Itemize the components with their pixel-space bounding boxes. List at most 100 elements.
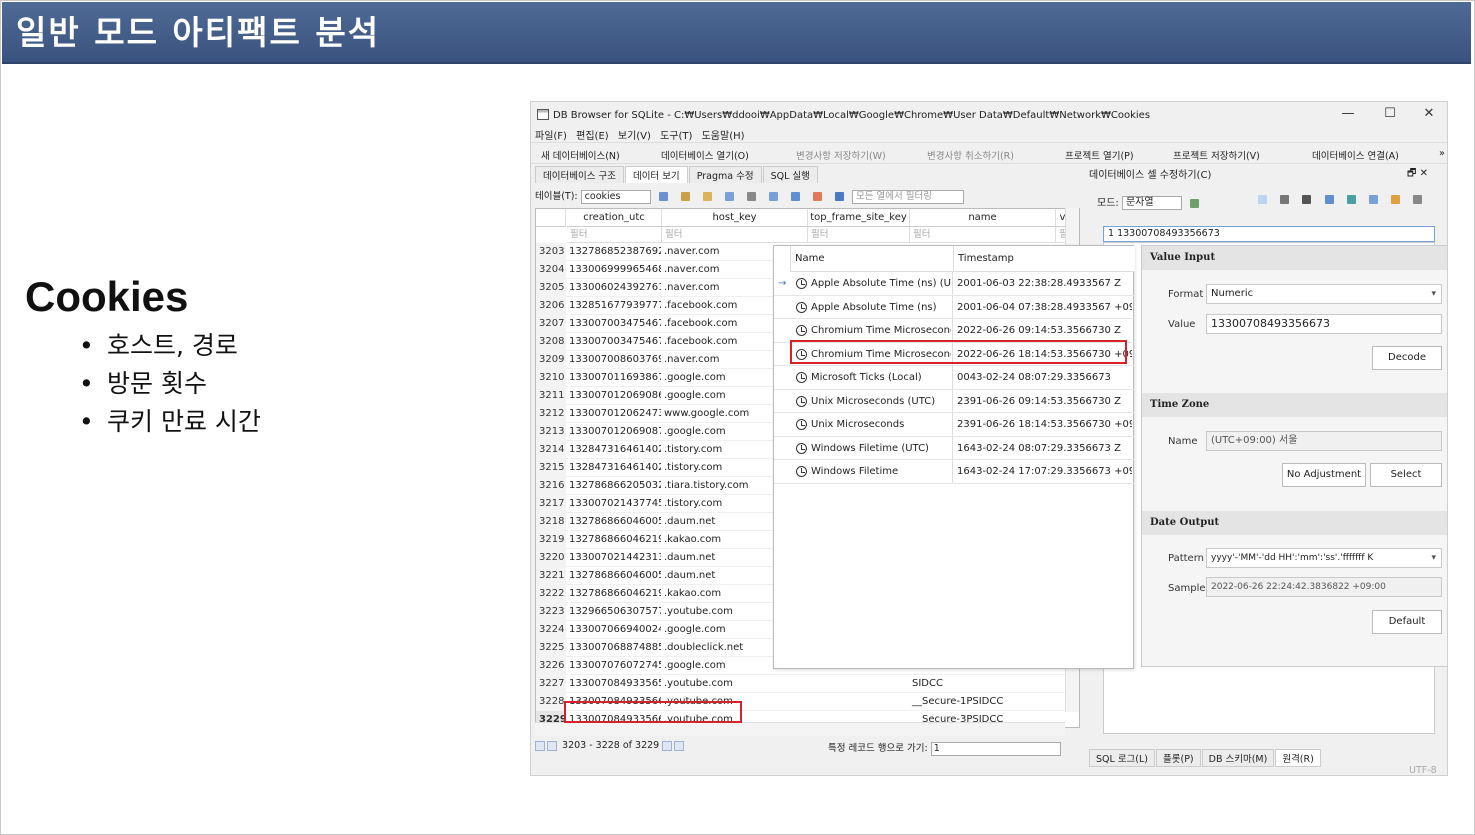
- open-database-button[interactable]: 데이터베이스 열기(O): [661, 148, 749, 162]
- decode-button[interactable]: Decode: [1372, 346, 1442, 370]
- creation-utc-cell[interactable]: 13300699996546818: [567, 261, 661, 279]
- host-key-cell[interactable]: .youtube.com: [663, 675, 808, 693]
- popup-row[interactable]: Unix Microseconds (UTC) 2391-06-26 09:14:…: [774, 389, 1135, 413]
- first-record-button[interactable]: [535, 740, 545, 751]
- menu-tools[interactable]: 도구(T): [660, 131, 692, 142]
- filter-cell[interactable]: 필터: [662, 227, 808, 243]
- clear-filters-icon[interactable]: [680, 192, 690, 201]
- column-header-name[interactable]: name: [910, 209, 1056, 227]
- creation-utc-cell[interactable]: 13278686620503281: [567, 477, 661, 495]
- word-wrap-icon[interactable]: [1280, 194, 1290, 204]
- maximize-button[interactable]: ☐: [1379, 106, 1401, 124]
- tab-pragma[interactable]: Pragma 수정: [688, 166, 762, 183]
- attach-database-button[interactable]: 데이터베이스 연결(A): [1312, 148, 1399, 162]
- popup-row[interactable]: → Apple Absolute Time (ns) (UTC) 2001-06-0…: [774, 272, 1135, 296]
- filter-cell[interactable]: 필터: [910, 227, 1056, 243]
- table-select[interactable]: cookies: [580, 189, 651, 204]
- creation-utc-cell[interactable]: 13300701206908677: [567, 387, 661, 405]
- refresh-icon[interactable]: [658, 192, 668, 201]
- next-record-button[interactable]: [662, 740, 673, 751]
- prev-record-button[interactable]: [547, 740, 557, 751]
- panel-float-close-icon[interactable]: 🗗 ✕: [1407, 166, 1428, 183]
- tab-database-structure[interactable]: 데이터베이스 구조: [535, 166, 624, 183]
- filter-cell[interactable]: 필터: [567, 227, 662, 243]
- new-database-button[interactable]: 새 데이터베이스(N): [541, 148, 620, 162]
- copy-icon[interactable]: [768, 192, 778, 201]
- autoformat-icon[interactable]: [1391, 194, 1401, 204]
- close-button[interactable]: ✕: [1418, 106, 1440, 124]
- insert-record-icon[interactable]: [790, 192, 800, 201]
- filter-cell[interactable]: 필터: [808, 227, 910, 243]
- creation-utc-cell[interactable]: 13300602439276178: [567, 279, 661, 297]
- first-page-icon[interactable]: [834, 192, 844, 201]
- cell-value-editor[interactable]: 1 13300708493356673: [1103, 226, 1435, 242]
- mode-select[interactable]: 문자열: [1121, 196, 1182, 210]
- write-changes-button[interactable]: 변경사항 저장하기(W): [796, 148, 886, 162]
- creation-utc-cell[interactable]: 13278686604621964: [567, 531, 661, 549]
- print-cell-icon[interactable]: [1413, 194, 1423, 204]
- column-header-top-frame-site-key[interactable]: top_frame_site_key: [808, 209, 910, 227]
- creation-utc-cell[interactable]: 13285167793977708: [567, 297, 661, 315]
- value-input[interactable]: 13300708493356673: [1206, 314, 1442, 334]
- name-cell[interactable]: __Secure-1PSIDCC: [910, 693, 1055, 711]
- popup-row[interactable]: Windows Filetime (UTC) 1643-02-24 08:07:2…: [774, 436, 1135, 460]
- creation-utc-cell[interactable]: 13300708493356589: [567, 675, 661, 693]
- column-header-host-key[interactable]: host_key: [662, 209, 808, 227]
- creation-utc-cell[interactable]: 13296650630757795: [567, 603, 661, 621]
- auto-switch-icon[interactable]: [1190, 198, 1200, 208]
- horizontal-scrollbar[interactable]: [535, 722, 1065, 736]
- filter-all-input[interactable]: 모든 열에서 필터링: [851, 189, 964, 204]
- creation-utc-cell[interactable]: 13300700860376980: [567, 351, 661, 369]
- creation-utc-cell[interactable]: 13300702144231337: [567, 549, 661, 567]
- name-cell[interactable]: SIDCC: [910, 675, 1055, 693]
- creation-utc-cell[interactable]: 13300702143774574: [567, 495, 661, 513]
- creation-utc-cell[interactable]: 13278686604621981: [567, 585, 661, 603]
- creation-utc-cell[interactable]: 13300700347546713: [567, 315, 661, 333]
- last-record-button[interactable]: [674, 740, 685, 751]
- tab-sql-log[interactable]: SQL 로그(L): [1089, 749, 1156, 767]
- column-header-creation-utc[interactable]: creation_utc: [567, 209, 662, 227]
- clear-sort-icon[interactable]: [702, 192, 712, 201]
- tab-browse-data[interactable]: 데이터 보기: [624, 166, 688, 183]
- menu-view[interactable]: 보기(V): [618, 131, 651, 142]
- creation-utc-cell[interactable]: 13284731646140202: [567, 459, 661, 477]
- minimize-button[interactable]: —: [1337, 106, 1359, 124]
- tab-db-schema[interactable]: DB 스키마(M): [1201, 749, 1275, 767]
- tab-remote[interactable]: 원격(R): [1275, 749, 1321, 767]
- creation-utc-cell[interactable]: 13278685238769267: [567, 243, 661, 261]
- creation-utc-cell[interactable]: 13300701169386796: [567, 369, 661, 387]
- tab-sql[interactable]: SQL 실행: [762, 166, 818, 183]
- save-project-button[interactable]: 프로젝트 저장하기(V): [1173, 148, 1260, 162]
- toolbar-overflow-button[interactable]: »: [1439, 148, 1445, 159]
- creation-utc-cell[interactable]: 13284731646140258: [567, 441, 661, 459]
- table-row[interactable]: 322713300708493356589.youtube.com SIDCC: [536, 675, 1079, 693]
- delete-record-icon[interactable]: [812, 192, 822, 201]
- menu-edit[interactable]: 편집(E): [576, 131, 609, 142]
- revert-changes-button[interactable]: 변경사항 취소하기(R): [927, 148, 1014, 162]
- creation-utc-cell[interactable]: 13278686604600539: [567, 513, 661, 531]
- popup-row[interactable]: Unix Microseconds 2391-06-26 18:14:53.356…: [774, 413, 1135, 437]
- select-timezone-button[interactable]: Select: [1370, 463, 1442, 487]
- export-icon[interactable]: [1324, 194, 1334, 204]
- menu-file[interactable]: 파일(F): [535, 131, 567, 142]
- format-select[interactable]: Numeric: [1206, 284, 1442, 304]
- creation-utc-cell[interactable]: 13300701206247350: [567, 405, 661, 423]
- creation-utc-cell[interactable]: 13278686604600568: [567, 567, 661, 585]
- creation-utc-cell[interactable]: 13300706887488558: [567, 639, 661, 657]
- apply-icon[interactable]: [1368, 194, 1378, 204]
- tab-plot[interactable]: 플롯(P): [1156, 749, 1201, 767]
- popup-row[interactable]: Chromium Time Microseconds (U... 2022-06-…: [774, 319, 1135, 343]
- import-icon[interactable]: [1302, 194, 1312, 204]
- save-view-icon[interactable]: [724, 192, 734, 201]
- popup-row[interactable]: Windows Filetime 1643-02-24 17:07:29.3356…: [774, 460, 1135, 484]
- creation-utc-cell[interactable]: 13300700347546700: [567, 333, 661, 351]
- creation-utc-cell[interactable]: 13300706694002466: [567, 621, 661, 639]
- text-mode-icon[interactable]: [1258, 194, 1267, 204]
- set-null-icon[interactable]: [1346, 194, 1356, 204]
- pattern-select[interactable]: yyyy'-'MM'-'dd HH':'mm':'ss'.'fffffff K: [1206, 548, 1442, 568]
- popup-row[interactable]: Apple Absolute Time (ns) 2001-06-04 07:38…: [774, 295, 1135, 319]
- default-button[interactable]: Default: [1372, 610, 1442, 634]
- print-icon[interactable]: [746, 192, 756, 201]
- goto-input[interactable]: 1: [930, 741, 1061, 756]
- creation-utc-cell[interactable]: 13300701206908731: [567, 423, 661, 441]
